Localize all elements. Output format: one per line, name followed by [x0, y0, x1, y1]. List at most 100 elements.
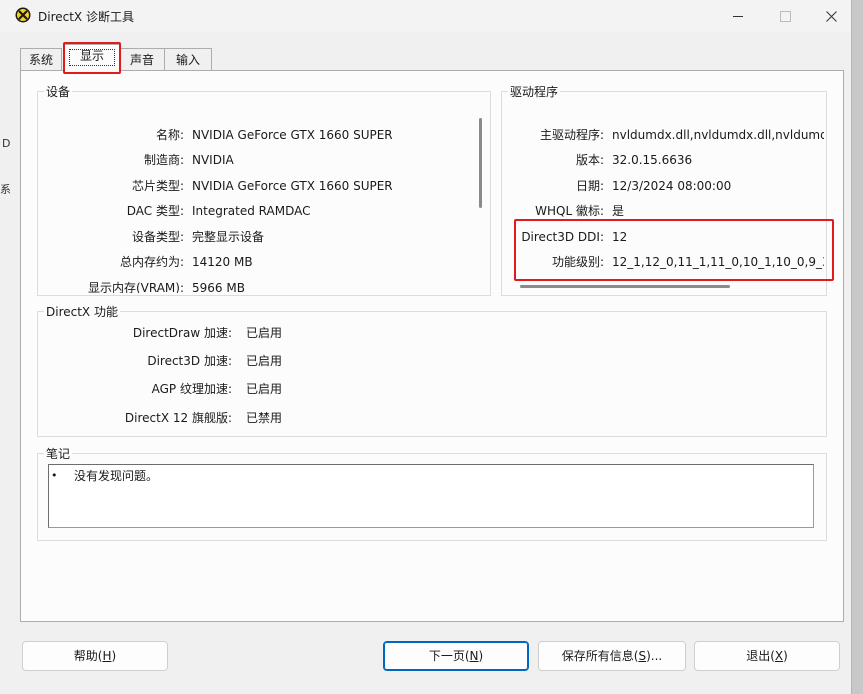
field-value: 12_1,12_0,11_1,11_0,10_1,10_0,9_3,9_2 — [612, 255, 824, 269]
minimize-icon — [733, 15, 743, 17]
background-window-fragment: 系 — [0, 183, 11, 196]
field-label: 版本: — [575, 153, 604, 167]
tab-label: 输入 — [175, 53, 200, 67]
feature-row-directx12-ultimate: DirectX 12 旗舰版: 已禁用 — [38, 409, 538, 427]
button-label-end: ) — [478, 649, 484, 663]
field-label: DirectDraw 加速: — [132, 326, 232, 340]
close-button[interactable] — [808, 0, 854, 32]
focus-rect — [69, 49, 115, 66]
button-label-end: ) — [111, 649, 117, 663]
tab-label: 系统 — [28, 53, 53, 67]
notes-group: 笔记 • 没有发现问题。 — [37, 445, 827, 541]
field-value: 14120 MB — [192, 255, 253, 269]
directx-features-title: DirectX 功能 — [44, 303, 120, 320]
field-label: 功能级别: — [551, 255, 604, 269]
field-label: 总内存约为: — [119, 255, 184, 269]
device-row-vram: 显示内存(VRAM): 5966 MB — [38, 279, 478, 293]
tab-display[interactable]: 显示 — [64, 44, 120, 72]
field-label: 日期: — [575, 179, 604, 193]
button-label: 帮助( — [73, 649, 103, 663]
button-accelerator: S — [638, 649, 647, 663]
field-value: 32.0.15.6636 — [612, 153, 693, 167]
device-scrollbar[interactable] — [479, 118, 482, 208]
device-row-name: 名称: NVIDIA GeForce GTX 1660 SUPER — [38, 126, 478, 144]
button-label: 下一页( — [428, 649, 470, 663]
driver-row-whql: WHQL 徽标: 是 — [502, 202, 826, 220]
device-row-chip-type: 芯片类型: NVIDIA GeForce GTX 1660 SUPER — [38, 177, 478, 195]
field-label: 显示内存(VRAM): — [87, 281, 184, 293]
window-title: DirectX 诊断工具 — [38, 10, 134, 24]
dxdiag-window: DirectX 诊断工具 系统 显示 声音 输入 设备 名称: NVIDIA G… — [0, 0, 852, 694]
maximize-icon — [779, 10, 791, 22]
driver-row-date: 日期: 12/3/2024 08:00:00 — [502, 177, 826, 195]
directx-icon — [15, 7, 31, 23]
field-label: 设备类型: — [131, 230, 184, 244]
driver-row-main-driver: 主驱动程序: nvldumdx.dll,nvldumdx.dll,nvldumd… — [502, 126, 826, 144]
maximize-button[interactable] — [762, 0, 808, 32]
tab-input[interactable]: 输入 — [164, 48, 212, 71]
button-label: 退出( — [746, 649, 775, 663]
driver-row-feature-levels: 功能级别: 12_1,12_0,11_1,11_0,10_1,10_0,9_3,… — [502, 253, 826, 271]
field-value: 已启用 — [246, 354, 283, 368]
driver-group-title: 驱动程序 — [508, 83, 561, 100]
field-label: DAC 类型: — [126, 204, 184, 218]
field-value: 已启用 — [246, 326, 283, 340]
driver-row-direct3d-ddi: Direct3D DDI: 12 — [502, 228, 826, 246]
field-label: DirectX 12 旗舰版: — [124, 411, 232, 425]
field-value: 是 — [612, 204, 625, 218]
title-bar[interactable]: DirectX 诊断工具 — [0, 0, 851, 32]
driver-row-version: 版本: 32.0.15.6636 — [502, 151, 826, 169]
minimize-button[interactable] — [715, 0, 761, 32]
device-row-total-memory: 总内存约为: 14120 MB — [38, 253, 478, 271]
field-label: 主驱动程序: — [539, 128, 604, 142]
bullet-icon: • — [51, 469, 58, 482]
tab-sound[interactable]: 声音 — [118, 48, 166, 71]
field-value: NVIDIA — [192, 153, 234, 167]
field-value: 完整显示设备 — [192, 230, 265, 244]
tab-system[interactable]: 系统 — [20, 48, 62, 71]
tab-label: 声音 — [129, 53, 154, 67]
button-label-end: )... — [646, 649, 663, 663]
button-accelerator: X — [774, 649, 784, 663]
notes-textbox[interactable]: • 没有发现问题。 — [48, 464, 814, 528]
field-value: NVIDIA GeForce GTX 1660 SUPER — [192, 128, 393, 142]
next-page-button[interactable]: 下一页(N) — [383, 641, 529, 671]
help-button[interactable]: 帮助(H) — [22, 641, 168, 671]
field-label: 芯片类型: — [131, 179, 184, 193]
device-group-title: 设备 — [44, 83, 73, 100]
field-value: 已启用 — [246, 382, 283, 396]
device-row-manufacturer: 制造商: NVIDIA — [38, 151, 478, 169]
field-label: 名称: — [155, 128, 184, 142]
feature-row-directdraw: DirectDraw 加速: 已启用 — [38, 324, 538, 342]
field-value: 5966 MB — [192, 281, 245, 293]
device-row-device-type: 设备类型: 完整显示设备 — [38, 228, 478, 246]
close-icon — [825, 10, 837, 22]
field-label: 制造商: — [143, 153, 184, 167]
save-all-info-button[interactable]: 保存所有信息(S)... — [538, 641, 686, 671]
background-window-fragment: D — [2, 137, 11, 150]
notes-title: 笔记 — [44, 445, 73, 462]
directx-features-group: DirectX 功能 DirectDraw 加速: 已启用 Direct3D 加… — [37, 303, 827, 437]
display-tab-panel: 设备 名称: NVIDIA GeForce GTX 1660 SUPER 制造商… — [20, 70, 844, 622]
field-label: AGP 纹理加速: — [151, 382, 232, 396]
device-row-dac-type: DAC 类型: Integrated RAMDAC — [38, 202, 478, 220]
field-value: Integrated RAMDAC — [192, 204, 311, 218]
field-value: NVIDIA GeForce GTX 1660 SUPER — [192, 179, 393, 193]
driver-group[interactable]: 驱动程序 主驱动程序: nvldumdx.dll,nvldumdx.dll,nv… — [501, 83, 827, 296]
exit-button[interactable]: 退出(X) — [694, 641, 840, 671]
field-label: WHQL 徽标: — [535, 204, 604, 218]
device-group[interactable]: 设备 名称: NVIDIA GeForce GTX 1660 SUPER 制造商… — [37, 83, 491, 296]
field-label: Direct3D 加速: — [147, 354, 232, 368]
field-label: Direct3D DDI: — [521, 230, 604, 244]
button-label: 保存所有信息( — [561, 649, 639, 663]
field-value: nvldumdx.dll,nvldumdx.dll,nvldumdx.d — [612, 128, 824, 142]
notes-item: 没有发现问题。 — [74, 469, 159, 483]
feature-row-direct3d: Direct3D 加速: 已启用 — [38, 352, 538, 370]
driver-scrollbar[interactable] — [520, 285, 730, 288]
button-accelerator: H — [102, 649, 112, 663]
feature-row-agp: AGP 纹理加速: 已启用 — [38, 380, 538, 398]
button-label-end: ) — [783, 649, 788, 663]
field-value: 12/3/2024 08:00:00 — [612, 179, 732, 193]
field-value: 12 — [612, 230, 628, 244]
field-value: 已禁用 — [246, 411, 283, 425]
